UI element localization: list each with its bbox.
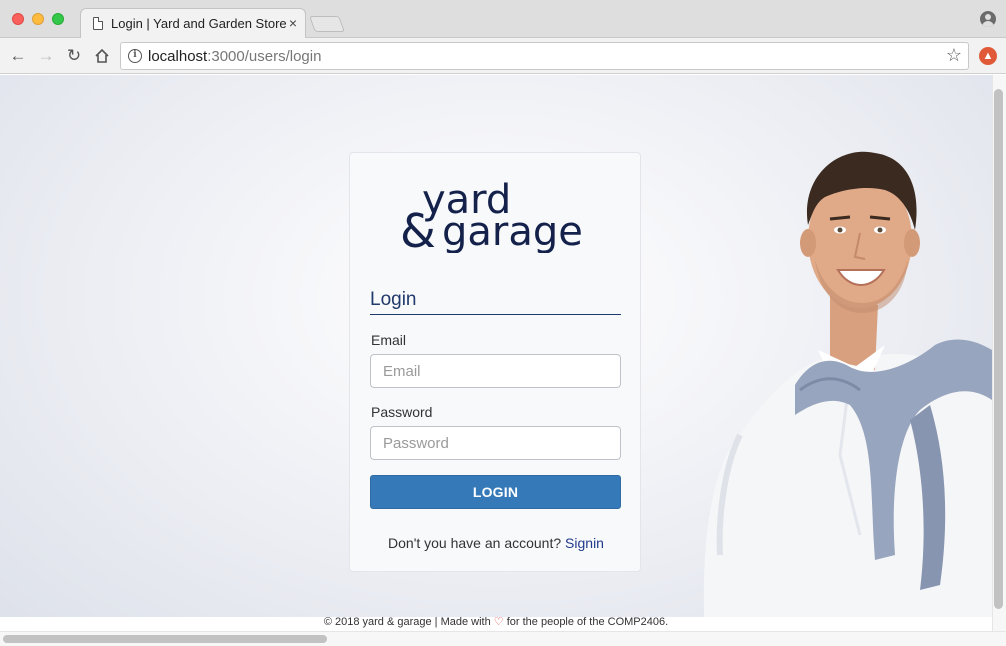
address-bar[interactable]: i localhost:3000/users/login ☆: [120, 42, 969, 70]
url-text[interactable]: localhost:3000/users/login: [148, 48, 321, 65]
arrow-right-icon[interactable]: →: [35, 45, 57, 67]
window-minimize-button[interactable]: [32, 13, 44, 25]
heart-icon: ♡: [493, 616, 504, 628]
email-label: Email: [371, 332, 407, 348]
signup-link[interactable]: Signin: [565, 535, 604, 551]
profile-icon[interactable]: [980, 11, 996, 27]
reload-icon[interactable]: ↻: [63, 45, 85, 67]
login-button[interactable]: LOGIN: [370, 475, 621, 509]
vertical-scrollbar-thumb[interactable]: [994, 89, 1003, 609]
signup-prompt-text: Don't you have an account?: [388, 535, 562, 551]
password-label: Password: [371, 404, 433, 420]
tab-close-icon[interactable]: ×: [289, 15, 297, 31]
tab-title: Login | Yard and Garden Store: [111, 16, 287, 31]
browser-toolbar: ← → ↻ i localhost:3000/users/login ☆ ▲: [0, 38, 1006, 74]
email-field[interactable]: [370, 354, 621, 388]
svg-text:garage: garage: [442, 209, 583, 253]
horizontal-scrollbar[interactable]: [0, 631, 1006, 646]
svg-text:&: &: [400, 204, 436, 253]
page-footer: © 2018 yard & garage | Made with ♡ for t…: [0, 617, 992, 631]
browser-tab-bar: Login | Yard and Garden Store ×: [0, 0, 1006, 39]
arrow-left-icon[interactable]: ←: [7, 45, 29, 67]
star-icon[interactable]: ☆: [946, 45, 962, 66]
yard-garage-logo: yard & garage: [400, 177, 583, 253]
window-close-button[interactable]: [12, 13, 24, 25]
info-icon[interactable]: i: [128, 49, 142, 63]
login-card: yard & garage Login Email Password LOGIN…: [349, 152, 641, 572]
page-viewport: yard & garage Login Email Password LOGIN…: [0, 75, 992, 631]
extension-icon[interactable]: ▲: [979, 47, 997, 65]
document-icon: [93, 17, 103, 30]
password-field[interactable]: [370, 426, 621, 460]
footer-text-after: for the people of the COMP2406.: [506, 616, 669, 628]
vertical-scrollbar[interactable]: [992, 75, 1006, 631]
new-tab-button[interactable]: [309, 16, 345, 32]
home-icon[interactable]: [91, 45, 113, 67]
login-heading: Login: [370, 289, 621, 315]
footer-text-before: © 2018 yard & garage | Made with: [323, 616, 491, 628]
horizontal-scrollbar-thumb[interactable]: [3, 635, 327, 643]
window-maximize-button[interactable]: [52, 13, 64, 25]
signup-prompt: Don't you have an account? Signin: [350, 535, 642, 551]
man-illustration: [703, 151, 992, 631]
browser-tab-active[interactable]: Login | Yard and Garden Store ×: [80, 8, 306, 39]
